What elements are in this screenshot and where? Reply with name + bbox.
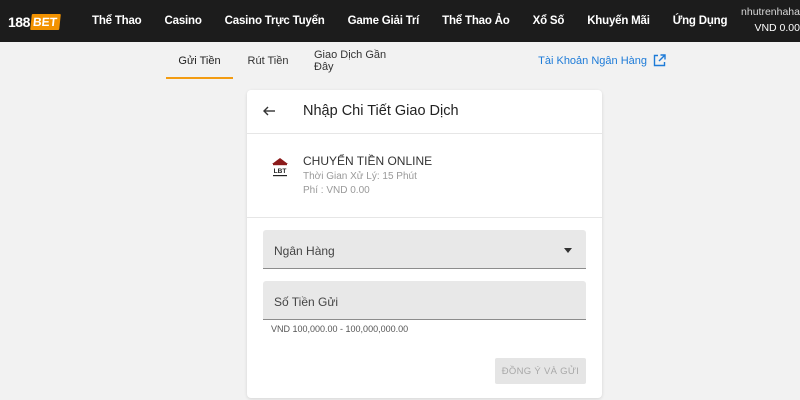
external-link-icon: [653, 54, 666, 67]
bank-select-label: Ngân Hàng: [274, 244, 335, 258]
payment-method-name: CHUYỂN TIỀN ONLINE: [303, 154, 433, 168]
card-title: Nhập Chi Tiết Giao Dịch: [303, 103, 459, 119]
main-nav: Thể Thao Casino Casino Trực Tuyến Game G…: [92, 0, 750, 42]
tab-deposit[interactable]: Gửi Tiền: [166, 42, 233, 79]
nav-item-games[interactable]: Game Giải Trí: [348, 15, 420, 27]
nav-item-live-casino[interactable]: Casino Trực Tuyến: [225, 15, 325, 27]
agree-and-submit-button[interactable]: ĐỒNG Ý VÀ GỬI: [495, 358, 586, 384]
bank-select[interactable]: Ngân Hàng: [263, 230, 586, 269]
logo-text: BET: [30, 14, 61, 30]
payment-method: LBT CHUYỂN TIỀN ONLINE Thời Gian Xử Lý: …: [247, 134, 602, 218]
brand-logo[interactable]: 188 BET: [8, 11, 61, 33]
nav-item-lottery[interactable]: Xổ Số: [533, 15, 565, 27]
nav-item-virtual-sports[interactable]: Thể Thao Ảo: [442, 15, 510, 27]
account-balance: VND 0.00: [754, 22, 800, 34]
tab-withdraw[interactable]: Rút Tiền: [246, 42, 290, 79]
caret-down-icon: [564, 248, 572, 253]
bank-account-link-label: Tài Khoản Ngân Hàng: [538, 54, 647, 67]
username: nhutrenhaha: [741, 6, 800, 18]
nav-item-sports[interactable]: Thể Thao: [92, 15, 142, 27]
user-account[interactable]: nhutrenhaha VND 0.00: [730, 6, 800, 34]
tab-recent-transactions[interactable]: Giao Dịch Gần Đây: [314, 42, 404, 79]
bank-icon: LBT: [272, 158, 288, 177]
cashier-tabs: Gửi Tiền Rút Tiền Giao Dịch Gần Đây Tài …: [166, 42, 666, 79]
card-header: Nhập Chi Tiết Giao Dịch: [247, 90, 602, 134]
deposit-amount-input[interactable]: Số Tiền Gửi: [263, 281, 586, 320]
nav-item-casino[interactable]: Casino: [165, 15, 202, 27]
arrow-left-icon[interactable]: [261, 103, 277, 119]
nav-item-apps[interactable]: Ứng Dụng: [673, 15, 728, 27]
top-navigation-bar: 188 BET Thể Thao Casino Casino Trực Tuyế…: [0, 0, 800, 42]
deposit-amount-label: Số Tiền Gửi: [274, 295, 339, 309]
bank-account-link[interactable]: Tài Khoản Ngân Hàng: [538, 42, 666, 79]
nav-item-promotions[interactable]: Khuyến Mãi: [587, 15, 650, 27]
transaction-fee: Phí : VND 0.00: [303, 185, 370, 196]
bank-icon-text: LBT: [274, 168, 287, 175]
deposit-amount-range-hint: VND 100,000.00 - 100,000,000.00: [271, 324, 409, 334]
logo-number: 188: [8, 14, 30, 30]
transaction-card: Nhập Chi Tiết Giao Dịch LBT CHUYỂN TIỀN …: [247, 90, 602, 398]
processing-time: Thời Gian Xử Lý: 15 Phút: [303, 171, 417, 182]
